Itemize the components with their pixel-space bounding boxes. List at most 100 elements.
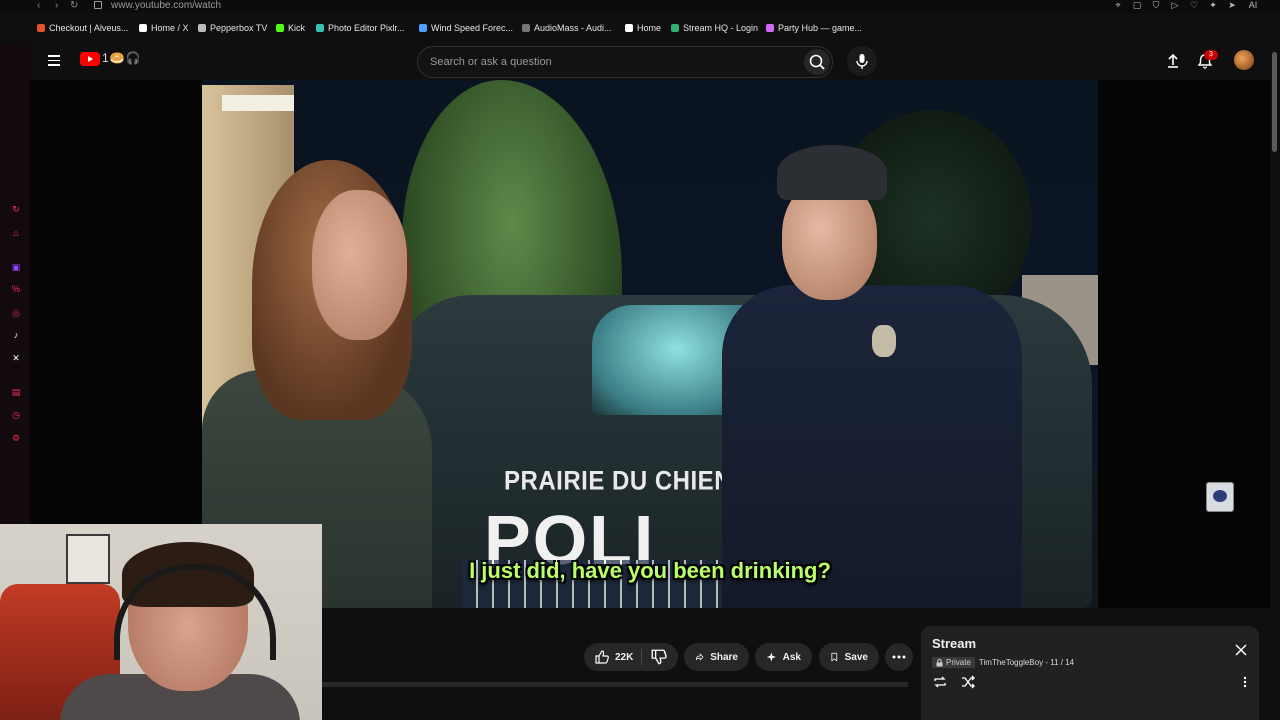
- webcam-wall-frame: [66, 534, 110, 584]
- scrollbar-thumb[interactable]: [1272, 52, 1277, 152]
- more-vertical-icon[interactable]: [1243, 676, 1247, 688]
- bookmark-label: Checkout | Alveus...: [49, 23, 129, 33]
- voice-search-button[interactable]: [847, 46, 877, 76]
- like-dislike-group: 22K: [584, 643, 678, 671]
- bookmark-item[interactable]: Kick: [276, 23, 305, 33]
- bookmark-favicon: [766, 24, 774, 32]
- ask-label: Ask: [782, 651, 801, 663]
- channel-watermark[interactable]: [1206, 482, 1234, 512]
- shield-icon[interactable]: ⛉: [1151, 0, 1161, 11]
- bookmark-favicon: [625, 24, 633, 32]
- bookmark-label: Home / X: [151, 23, 189, 33]
- privacy-label: Private: [946, 658, 971, 667]
- webcam-overlay: [0, 524, 322, 720]
- reload-icon[interactable]: ↻: [70, 0, 78, 11]
- bookmark-favicon: [316, 24, 324, 32]
- refresh-icon[interactable]: ↻: [11, 204, 21, 214]
- twitch-icon[interactable]: ▣: [11, 262, 21, 272]
- clock-icon[interactable]: ◷: [11, 410, 21, 420]
- save-button[interactable]: Save: [819, 643, 879, 671]
- lock-icon: [936, 658, 943, 666]
- bookmark-label: AudioMass - Audi...: [534, 23, 612, 33]
- instagram-icon[interactable]: ◎: [11, 308, 21, 318]
- logo-doodle: 1🥯🎧: [102, 51, 142, 65]
- playlist-meta: Private TimTheToggleBoy - 11 / 14: [932, 657, 1074, 668]
- settings-icon[interactable]: ⚙: [11, 433, 21, 443]
- search-button[interactable]: [804, 49, 830, 75]
- puzzle-icon[interactable]: ✦: [1208, 0, 1218, 11]
- youtube-logo[interactable]: [80, 52, 100, 66]
- menu-icon[interactable]: [48, 55, 60, 66]
- privacy-badge: Private: [932, 657, 975, 668]
- search-input[interactable]: [428, 52, 792, 72]
- percent-icon[interactable]: %: [11, 284, 21, 294]
- thumbs-up-icon: [595, 650, 609, 664]
- robot-icon[interactable]: ⌂: [11, 228, 21, 238]
- playlist-owner-progress[interactable]: TimTheToggleBoy - 11 / 14: [979, 658, 1074, 667]
- bookmark-favicon: [419, 24, 427, 32]
- browser-toolbar: ‹ › ↻ www.youtube.com/watch ⌖ ▢ ⛉ ▷ ♡ ✦ …: [0, 0, 1280, 13]
- page-scrollbar[interactable]: [1270, 42, 1280, 720]
- send-icon[interactable]: ➤: [1227, 0, 1237, 11]
- bookmark-item[interactable]: Pepperbox TV: [198, 23, 267, 33]
- account-avatar[interactable]: [1234, 50, 1254, 70]
- bookmark-item[interactable]: Home: [625, 23, 661, 33]
- search-bar: [417, 46, 833, 78]
- bookmark-item[interactable]: AudioMass - Audi...: [522, 23, 612, 33]
- playlist-panel: Stream Private TimTheToggleBoy - 11 / 14: [921, 626, 1259, 720]
- playlist-title[interactable]: Stream: [932, 636, 976, 651]
- extensions-bar: ⌖ ▢ ⛉ ▷ ♡ ✦ ➤ AI: [1113, 0, 1260, 11]
- ai-button[interactable]: AI: [1246, 0, 1260, 11]
- bookmark-item[interactable]: Checkout | Alveus...: [37, 23, 128, 33]
- bookmark-item[interactable]: Photo Editor Pixlr...: [316, 23, 405, 33]
- thumbs-down-icon[interactable]: [650, 648, 668, 666]
- microphone-icon: [856, 54, 868, 69]
- bookmark-favicon: [671, 24, 679, 32]
- x-icon[interactable]: ✕: [11, 353, 21, 363]
- bookmark-favicon: [276, 24, 284, 32]
- address-bar[interactable]: www.youtube.com/watch: [111, 0, 221, 11]
- video-frame[interactable]: PRAIRIE DU CHIEN POLI I just did, have y…: [202, 80, 1098, 608]
- description-box-top: [322, 682, 908, 687]
- bookmark-label: Photo Editor Pixlr...: [328, 23, 405, 33]
- share-button[interactable]: Share: [684, 643, 749, 671]
- bookmark-label: Pepperbox TV: [210, 23, 268, 33]
- close-icon[interactable]: [1235, 644, 1247, 656]
- like-button[interactable]: 22K: [594, 643, 633, 671]
- bookmark-favicon: [139, 24, 147, 32]
- bookmark-icon: [831, 652, 838, 662]
- like-count: 22K: [615, 651, 634, 663]
- video-subtitle: I just did, have you been drinking?: [469, 558, 831, 583]
- back-icon[interactable]: ‹: [37, 0, 40, 11]
- upload-icon[interactable]: [1164, 52, 1182, 70]
- box-icon[interactable]: ▢: [1132, 0, 1142, 11]
- play-icon[interactable]: ▷: [1170, 0, 1180, 11]
- tiktok-icon[interactable]: ♪: [11, 330, 21, 340]
- ask-button[interactable]: Ask: [755, 643, 812, 671]
- notes-icon[interactable]: ▤: [11, 387, 21, 397]
- heart-icon[interactable]: ♡: [1189, 0, 1199, 11]
- bookmark-label: Kick: [288, 23, 306, 33]
- notification-badge: 3: [1204, 50, 1218, 60]
- bookmark-label: Stream HQ - Login: [683, 23, 759, 33]
- bookmark-favicon: [522, 24, 530, 32]
- shuffle-icon[interactable]: [960, 675, 976, 689]
- bookmark-favicon: [198, 24, 206, 32]
- save-label: Save: [844, 651, 868, 663]
- bookmark-item[interactable]: Party Hub — game...: [766, 23, 862, 33]
- bookmark-label: Home: [637, 23, 662, 33]
- bookmark-favicon: [37, 24, 45, 32]
- loop-icon[interactable]: [932, 675, 948, 689]
- bookmark-item[interactable]: Stream HQ - Login: [671, 23, 758, 33]
- pin-icon[interactable]: ⌖: [1113, 0, 1123, 11]
- bookmark-item[interactable]: Home / X: [139, 23, 189, 33]
- video-officer: [722, 145, 1022, 608]
- bookmark-item[interactable]: Wind Speed Forec...: [419, 23, 513, 33]
- lock-icon: [94, 1, 102, 9]
- car-lettering-top: PRAIRIE DU CHIEN: [504, 466, 733, 497]
- more-actions-button[interactable]: [885, 643, 913, 671]
- search-icon: [809, 54, 825, 70]
- sparkle-icon: [766, 652, 776, 662]
- forward-icon[interactable]: ›: [55, 0, 58, 11]
- playlist-controls: [932, 675, 976, 689]
